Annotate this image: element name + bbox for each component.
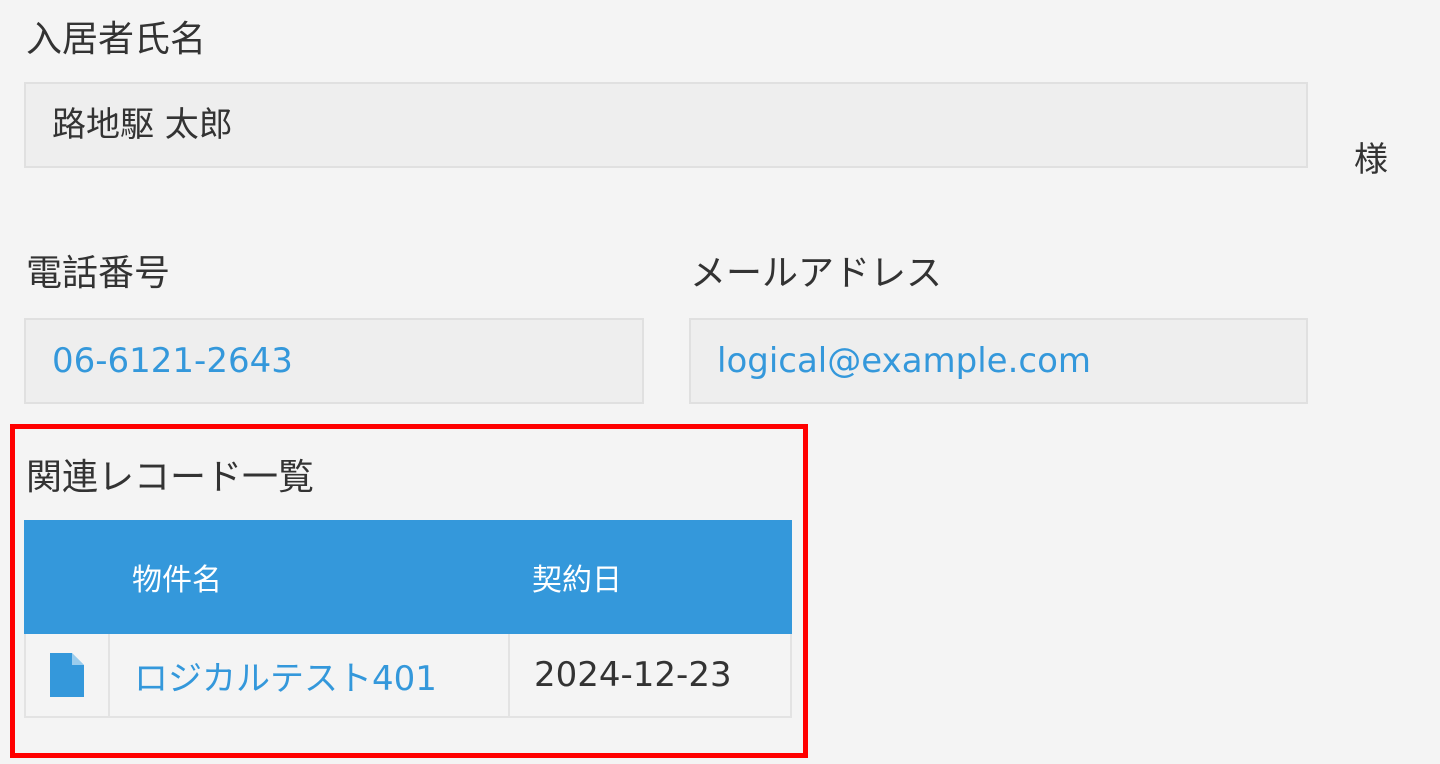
phone-label: 電話番号 xyxy=(26,253,171,294)
honorific-suffix: 様 xyxy=(1354,140,1388,180)
related-records-table: 物件名 契約日 ロジカルテスト401 2024-12-23 xyxy=(24,520,792,718)
record-detail-cell xyxy=(26,634,110,716)
email-field: logical@example.com xyxy=(689,318,1308,404)
phone-link[interactable]: 06-6121-2643 xyxy=(52,341,293,381)
table-row: ロジカルテスト401 2024-12-23 xyxy=(24,634,792,718)
related-records-title: 関連レコード一覧 xyxy=(26,457,315,498)
tenant-name-label: 入居者氏名 xyxy=(26,19,207,60)
phone-field: 06-6121-2643 xyxy=(24,318,644,404)
document-icon[interactable] xyxy=(50,653,84,697)
column-header-property-name: 物件名 xyxy=(132,563,222,598)
table-header: 物件名 契約日 xyxy=(24,520,792,634)
tenant-name-field: 路地駆 太郎 xyxy=(24,82,1308,168)
property-name-link[interactable]: ロジカルテスト401 xyxy=(134,651,437,700)
email-label: メールアドレス xyxy=(690,253,943,294)
property-name-cell: ロジカルテスト401 xyxy=(110,634,510,716)
record-detail-page: 入居者氏名 路地駆 太郎 様 電話番号 06-6121-2643 メールアドレス… xyxy=(0,0,1440,764)
email-link[interactable]: logical@example.com xyxy=(717,341,1091,381)
contract-date-cell: 2024-12-23 xyxy=(534,655,732,695)
column-header-contract-date: 契約日 xyxy=(532,563,622,598)
